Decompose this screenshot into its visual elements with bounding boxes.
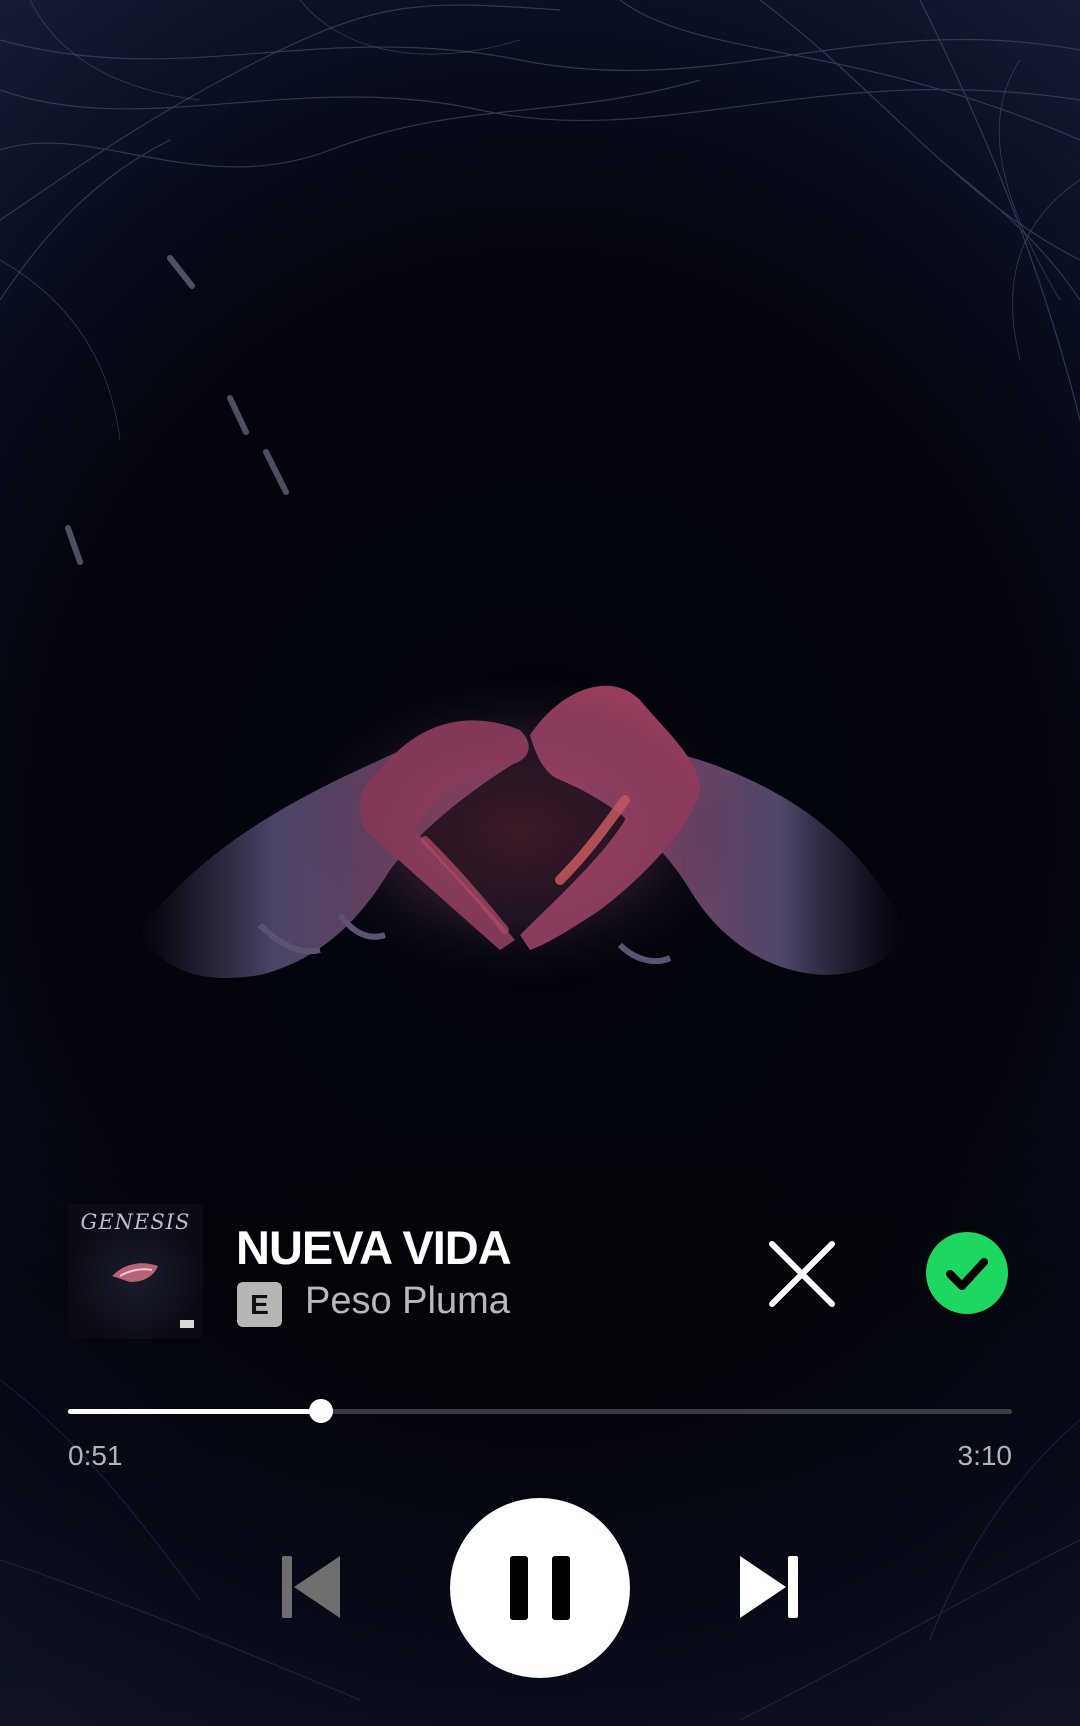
playback-controls — [0, 1498, 1080, 1678]
total-duration: 3:10 — [957, 1440, 1013, 1471]
album-cover[interactable]: GENESIS — [68, 1204, 203, 1339]
progress-handle[interactable] — [308, 1399, 333, 1423]
explicit-badge: E — [237, 1282, 282, 1327]
progress-fill — [68, 1409, 321, 1414]
pause-icon — [510, 1556, 570, 1620]
now-playing-screen: GENESIS NUEVA VIDA E Peso Pluma 0:51 3:1… — [0, 0, 1080, 1726]
saved-to-library-button[interactable] — [926, 1232, 1008, 1314]
track-title[interactable]: NUEVA VIDA — [236, 1220, 512, 1275]
skip-next-icon — [740, 1556, 798, 1618]
skip-previous-icon — [282, 1556, 340, 1618]
pause-button[interactable] — [450, 1498, 630, 1678]
close-icon — [769, 1241, 835, 1307]
artist-name[interactable]: Peso Pluma — [305, 1280, 510, 1323]
elapsed-time: 0:51 — [68, 1440, 123, 1471]
track-info-row: GENESIS NUEVA VIDA E Peso Pluma — [68, 1204, 1012, 1340]
check-icon — [946, 1258, 988, 1290]
album-cover-art — [112, 1263, 194, 1328]
previous-button[interactable] — [278, 1552, 344, 1622]
next-button[interactable] — [736, 1552, 802, 1622]
dismiss-button[interactable] — [764, 1236, 840, 1312]
heart-hands — [140, 680, 901, 980]
progress-bar[interactable] — [68, 1398, 1012, 1424]
